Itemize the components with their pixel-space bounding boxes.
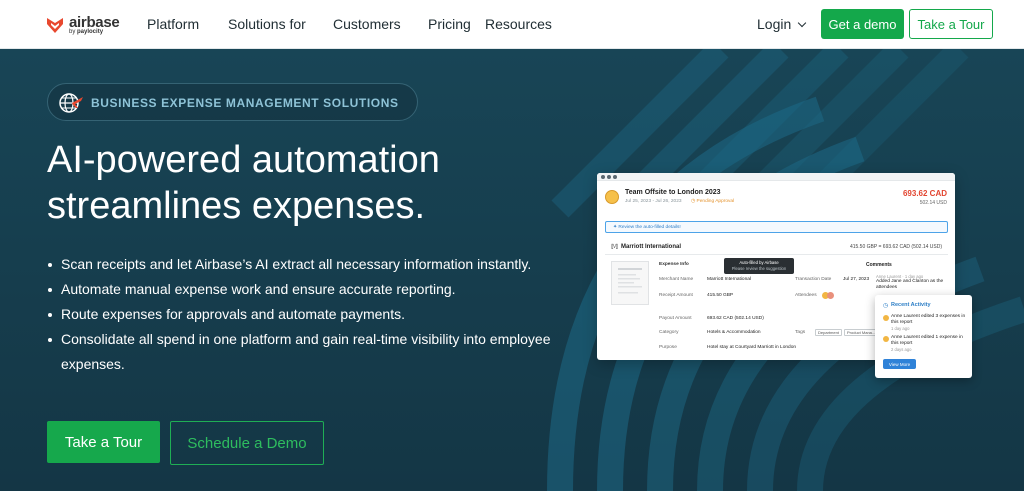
globe-plane-icon xyxy=(59,93,83,113)
activity-item: Anne Laurent edited 1 expense in this re… xyxy=(891,335,967,353)
autofill-tooltip: Auto-filled by Airbase Please review the… xyxy=(724,258,794,274)
avatar xyxy=(605,190,619,204)
window-dot xyxy=(607,175,611,179)
login-label: Login xyxy=(757,16,792,32)
headline-line-1: AI-powered automation xyxy=(47,139,440,181)
comment-text: Added Jane and Clanton as the attendees xyxy=(876,279,944,290)
nav-resources[interactable]: Resources xyxy=(485,16,552,32)
chevron-down-icon xyxy=(798,18,807,28)
section-heading: Expense Info xyxy=(659,262,689,267)
hero-headline: AI-powered automation streamlines expens… xyxy=(47,137,440,229)
receipt-thumbnail[interactable] xyxy=(611,261,649,305)
nav-customers[interactable]: Customers xyxy=(333,16,401,32)
status-text: Pending Approval xyxy=(696,199,735,204)
marriott-icon: 𝕄 xyxy=(611,244,619,251)
logo-sub-brand: paylocity xyxy=(77,29,104,35)
activity-title: Recent Activity xyxy=(891,302,931,308)
report-dates: Jul 25, 2023 - Jul 26, 2023 xyxy=(625,199,682,204)
payout-amount-value[interactable]: 693.62 CAD (502.14 USD) xyxy=(707,316,764,321)
receipt-lines-icon xyxy=(618,268,642,294)
feature-item: Automate manual expense work and ensure … xyxy=(47,277,567,302)
attendee-avatar xyxy=(827,292,834,299)
headline-line-2: streamlines expenses. xyxy=(47,185,426,227)
field-label: Receipt Amount xyxy=(659,293,693,298)
field-label: Merchant Name xyxy=(659,277,694,282)
top-navigation: airbase by paylocity Platform Solutions … xyxy=(0,0,1024,49)
logo-subtitle: by paylocity xyxy=(69,29,103,35)
report-title: Team Offsite to London 2023 xyxy=(625,189,721,196)
report-total: 693.62 CAD xyxy=(902,189,947,198)
avatar xyxy=(883,315,889,321)
review-label: Review the auto-filled details! xyxy=(618,225,681,230)
feature-list: Scan receipts and let Airbase’s AI extra… xyxy=(47,252,567,377)
merchant-amount: 415.50 GBP = 693.62 CAD (502.14 USD) xyxy=(849,244,942,250)
window-dot xyxy=(601,175,605,179)
review-text: ✦ Review the auto-filled details! xyxy=(613,225,681,230)
get-demo-button[interactable]: Get a demo xyxy=(821,9,904,39)
take-tour-button[interactable]: Take a Tour xyxy=(909,9,993,39)
tag-chip[interactable]: Department xyxy=(815,329,842,336)
activity-text: Anne Laurent edited 1 expense in this re… xyxy=(891,335,963,346)
merchant-title: Marriott International xyxy=(621,244,682,250)
avatar xyxy=(883,336,889,342)
field-label: Category xyxy=(659,330,679,335)
activity-time: 1 day ago xyxy=(891,326,910,331)
tag-chip[interactable]: Product Mana... xyxy=(844,329,879,336)
comments-panel: Comments Anne Laurent · 1 day ago Added … xyxy=(866,262,952,291)
category-value[interactable]: Hotels & Accommodation xyxy=(707,330,761,335)
activity-text: Anne Laurent edited 3 expenses in this r… xyxy=(891,314,966,325)
report-total-usd: 502.14 USD xyxy=(919,200,947,206)
nav-solutions[interactable]: Solutions for xyxy=(228,16,306,32)
login-menu[interactable]: Login xyxy=(757,16,807,32)
receipt-amount-value[interactable]: 415.50 GBP xyxy=(707,293,733,298)
nav-platform[interactable]: Platform xyxy=(147,16,199,32)
recent-activity-card: ◷ Recent Activity Anne Laurent edited 3 … xyxy=(875,295,972,378)
field-label: Payout Amount xyxy=(659,316,692,321)
badge-label: BUSINESS EXPENSE MANAGEMENT SOLUTIONS xyxy=(91,96,399,110)
window-titlebar xyxy=(597,173,955,181)
field-label: Attendees xyxy=(795,293,817,298)
category-badge: BUSINESS EXPENSE MANAGEMENT SOLUTIONS xyxy=(47,83,418,121)
hero-take-tour-button[interactable]: Take a Tour xyxy=(47,421,160,463)
airbase-logo[interactable]: airbase by paylocity xyxy=(45,13,121,37)
merchant-name-value[interactable]: Marriott International xyxy=(707,277,751,282)
logo-sub-prefix: by xyxy=(69,29,76,35)
divider xyxy=(605,254,948,255)
activity-time: 2 days ago xyxy=(891,347,912,352)
feature-item: Scan receipts and let Airbase’s AI extra… xyxy=(47,252,567,277)
feature-item: Consolidate all spend in one platform an… xyxy=(47,327,567,377)
status-badge: ◷ Pending Approval xyxy=(691,199,735,204)
comments-heading: Comments xyxy=(866,262,892,268)
nav-pricing[interactable]: Pricing xyxy=(428,16,471,32)
field-label: Purpose xyxy=(659,345,677,350)
activity-item: Anne Laurent edited 3 expenses in this r… xyxy=(891,314,967,332)
airbase-logo-icon xyxy=(47,18,63,33)
field-label: Transaction Date xyxy=(795,277,832,282)
schedule-demo-button[interactable]: Schedule a Demo xyxy=(170,421,324,465)
field-label: Tags xyxy=(795,330,806,335)
tooltip-subtitle: Please review the suggestion xyxy=(731,266,787,271)
window-dot xyxy=(613,175,617,179)
review-banner[interactable]: ✦ Review the auto-filled details! xyxy=(605,221,948,233)
view-more-button[interactable]: View More xyxy=(883,359,916,369)
feature-item: Route expenses for approvals and automat… xyxy=(47,302,567,327)
clock-icon: ◷ xyxy=(883,303,889,309)
purpose-value[interactable]: Hotel stay at Courtyard Marriott in Lond… xyxy=(707,345,796,350)
